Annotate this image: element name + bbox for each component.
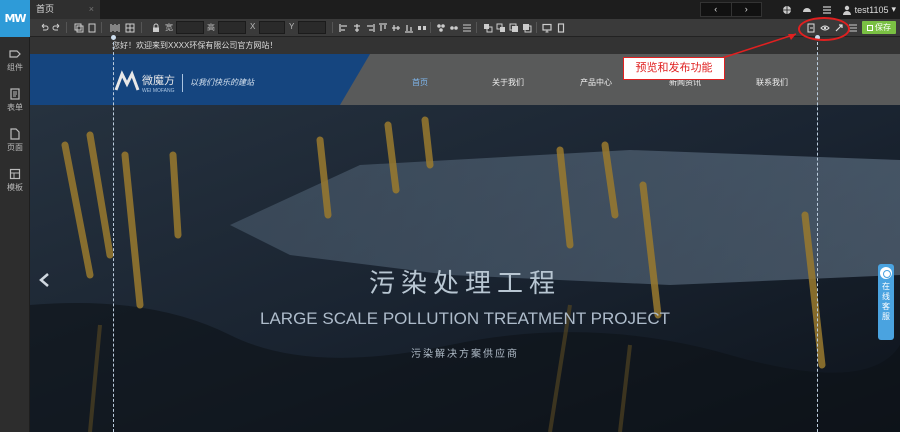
height-label: 高 bbox=[207, 23, 215, 32]
hero-subtitle: 污染解决方案供应商 bbox=[411, 349, 519, 360]
toolbar-divider bbox=[332, 22, 333, 33]
ruler-icon[interactable] bbox=[110, 23, 120, 33]
form-icon bbox=[10, 88, 20, 100]
lock-icon[interactable] bbox=[151, 23, 161, 33]
component-icon bbox=[9, 50, 21, 58]
tab-home[interactable]: 首页 × bbox=[30, 0, 100, 19]
send-back-icon[interactable] bbox=[496, 23, 506, 33]
sidebar-item-label: 模板 bbox=[7, 183, 23, 192]
globe-icon[interactable] bbox=[782, 5, 792, 15]
annotation-label: 预览和发布功能 bbox=[623, 57, 725, 80]
align-top-icon[interactable] bbox=[378, 23, 388, 33]
bring-front-icon[interactable] bbox=[483, 23, 493, 33]
align-center-icon[interactable] bbox=[352, 23, 362, 33]
guide-handle[interactable] bbox=[111, 35, 116, 40]
sidebar-item-forms[interactable]: 表单 bbox=[0, 82, 30, 118]
x-position-field[interactable] bbox=[259, 21, 285, 34]
online-service-button[interactable]: 在线客服 bbox=[878, 264, 894, 340]
template-icon bbox=[9, 168, 21, 180]
prev-tab-button[interactable]: ‹ bbox=[701, 3, 731, 16]
desktop-view-icon[interactable] bbox=[542, 23, 552, 33]
toolbar-divider bbox=[141, 22, 142, 33]
left-guide-line[interactable] bbox=[113, 37, 114, 432]
sidebar-item-label: 组件 bbox=[7, 63, 23, 72]
next-tab-button[interactable]: › bbox=[730, 3, 762, 16]
layer-up-icon[interactable] bbox=[509, 23, 519, 33]
brand-subtitle: WEI MOFANG bbox=[142, 88, 175, 94]
annotation-circle bbox=[798, 17, 850, 41]
toolbar-divider bbox=[476, 22, 477, 33]
hero-banner[interactable]: 污染处理工程 LARGE SCALE POLLUTION TREATMENT P… bbox=[30, 105, 900, 432]
nav-item-about[interactable]: 关于我们 bbox=[492, 77, 524, 88]
brand-divider bbox=[182, 74, 183, 92]
width-field[interactable] bbox=[176, 21, 204, 34]
height-field[interactable] bbox=[218, 21, 246, 34]
user-icon bbox=[842, 5, 851, 15]
online-service-label: 在线客服 bbox=[882, 282, 890, 321]
paste-icon[interactable] bbox=[87, 23, 97, 33]
nav-item-products[interactable]: 产品中心 bbox=[580, 77, 612, 88]
sidebar-item-label: 表单 bbox=[7, 103, 23, 112]
chevron-down-icon: ▾ bbox=[891, 4, 896, 14]
align-right-icon[interactable] bbox=[365, 23, 375, 33]
design-canvas[interactable]: 您好！欢迎来到XXXX环保有限公司官方网站！ 污染处理工程 LARGE SCAL… bbox=[30, 37, 900, 432]
top-right-tools: test1105 ▾ bbox=[782, 0, 896, 19]
tab-label: 首页 bbox=[36, 4, 55, 14]
toolbar-divider bbox=[66, 22, 67, 33]
brand-logo-icon[interactable] bbox=[114, 70, 144, 94]
close-icon[interactable]: × bbox=[89, 0, 94, 19]
username: test1105 bbox=[854, 4, 889, 15]
brand-bar bbox=[30, 54, 370, 105]
brand-name: 微魔方 bbox=[142, 75, 175, 87]
align-left-icon[interactable] bbox=[339, 23, 349, 33]
brand-slogan: 以我们快乐的建站 bbox=[190, 78, 254, 87]
tab-nav: ‹ › bbox=[700, 2, 762, 17]
toolbar-divider bbox=[430, 22, 431, 33]
right-guide-line[interactable] bbox=[817, 37, 818, 432]
save-icon bbox=[867, 25, 873, 31]
sidebar-item-templates[interactable]: 模板 bbox=[0, 162, 30, 198]
hero-title-cn: 污染处理工程 bbox=[368, 268, 561, 298]
y-label: Y bbox=[289, 22, 295, 31]
width-label: 宽 bbox=[165, 23, 173, 32]
sidebar-item-label: 页面 bbox=[7, 143, 23, 152]
nav-item-home[interactable]: 首页 bbox=[412, 77, 428, 88]
user-menu[interactable]: test1105 ▾ bbox=[842, 4, 896, 15]
annotation-arrow-icon bbox=[721, 33, 797, 59]
arrange-icon[interactable] bbox=[462, 23, 472, 33]
grid-icon[interactable] bbox=[125, 23, 135, 33]
hero-title-en: LARGE SCALE POLLUTION TREATMENT PROJECT bbox=[260, 309, 670, 328]
layer-down-icon[interactable] bbox=[522, 23, 532, 33]
support-icon bbox=[880, 267, 892, 279]
left-sidebar: MW 组件 表单 页面 模板 bbox=[0, 0, 30, 432]
x-label: X bbox=[250, 22, 256, 31]
list-icon[interactable] bbox=[822, 5, 832, 15]
save-label: 保存 bbox=[875, 23, 891, 32]
tab-bar: 首页 × ‹ › test1105 ▾ bbox=[30, 0, 900, 19]
redo-icon[interactable] bbox=[52, 23, 62, 33]
copy-icon[interactable] bbox=[74, 23, 84, 33]
page-icon bbox=[10, 128, 20, 140]
toolbar-divider bbox=[101, 22, 102, 33]
app-logo[interactable]: MW bbox=[0, 0, 30, 37]
distribute-icon[interactable] bbox=[417, 23, 427, 33]
y-position-field[interactable] bbox=[298, 21, 326, 34]
sidebar-item-pages[interactable]: 页面 bbox=[0, 122, 30, 158]
toolbar-divider bbox=[536, 22, 537, 33]
dashboard-icon[interactable] bbox=[802, 5, 812, 15]
align-middle-icon[interactable] bbox=[391, 23, 401, 33]
ungroup-icon[interactable] bbox=[449, 23, 459, 33]
sidebar-item-components[interactable]: 组件 bbox=[0, 42, 30, 78]
editor-app: MW 组件 表单 页面 模板 首页 × ‹ › test1105 ▾ 宽 高 X… bbox=[0, 0, 900, 432]
nav-item-contact[interactable]: 联系我们 bbox=[756, 77, 788, 88]
mobile-view-icon[interactable] bbox=[556, 23, 566, 33]
save-button[interactable]: 保存 bbox=[862, 21, 896, 34]
group-icon[interactable] bbox=[436, 23, 446, 33]
align-bottom-icon[interactable] bbox=[404, 23, 414, 33]
undo-icon[interactable] bbox=[39, 23, 49, 33]
